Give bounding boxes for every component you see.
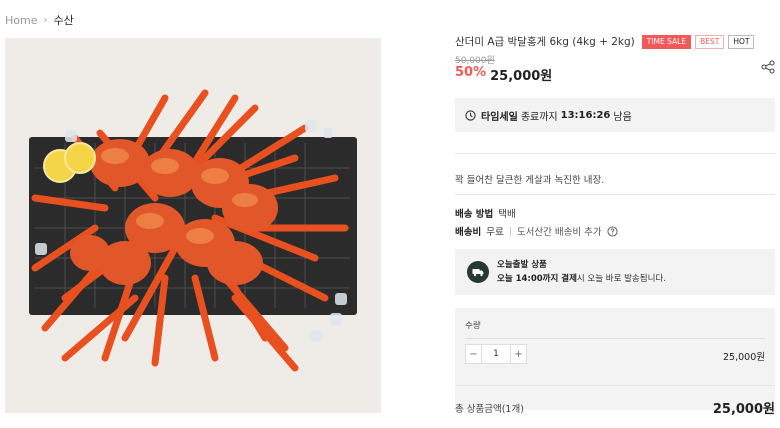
divider xyxy=(465,338,765,339)
shipping-extra: 도서산간 배송비 추가 xyxy=(516,227,602,238)
badge-time-sale: TIME SALE xyxy=(641,34,692,49)
today-shipping-title: 오늘출발 상품 xyxy=(497,260,547,270)
discount-rate: 50% xyxy=(455,65,487,80)
share-icon[interactable] xyxy=(761,60,775,74)
today-shipping-box: 오늘출발 상품 오늘 14:00까지 결제시 오늘 바로 발송됩니다. xyxy=(455,249,775,295)
today-shipping-text: 오늘출발 상품 오늘 14:00까지 결제시 오늘 바로 발송됩니다. xyxy=(497,258,666,286)
divider xyxy=(455,194,775,195)
total-label: 총 상품금액(1개) xyxy=(455,403,524,415)
product-title: 산더미 A급 박달홍게 6kg (4kg + 2kg) xyxy=(455,36,635,48)
crab-photo xyxy=(5,38,381,413)
shipping-fee-value: 무료 xyxy=(486,227,504,238)
quantity-input[interactable]: 1 xyxy=(481,345,511,363)
quantity-box: 수량 − 1 + 25,000원 xyxy=(455,308,775,410)
timer-label: 타임세일 xyxy=(481,111,518,123)
sale-price: 25,000원 xyxy=(490,69,553,84)
shipping-method-value: 택배 xyxy=(498,209,516,220)
chevron-right-icon: › xyxy=(43,14,48,26)
breadcrumb-home[interactable]: Home xyxy=(5,14,37,27)
badge-hot: HOT xyxy=(728,34,755,49)
timer-value: 13:16:26 xyxy=(560,109,611,121)
shipping-method-label: 배송 방법 xyxy=(455,209,494,220)
divider xyxy=(455,153,775,154)
separator: | xyxy=(508,225,512,237)
truck-icon xyxy=(467,261,489,283)
total-price: 25,000원 xyxy=(712,402,775,417)
product-image xyxy=(5,38,381,413)
today-shipping-deadline: 오늘 14:00까지 결제 xyxy=(497,274,577,284)
minus-icon[interactable]: − xyxy=(466,345,481,363)
shipping-fee-label: 배송비 xyxy=(455,227,482,238)
quantity-line-price: 25,000원 xyxy=(723,352,765,363)
plus-icon[interactable]: + xyxy=(511,345,526,363)
shipping-method-row: 배송 방법 택배 xyxy=(455,206,516,220)
divider xyxy=(455,385,775,386)
badge-best: BEST xyxy=(695,34,725,49)
product-info: 산더미 A급 박달홍게 6kg (4kg + 2kg) TIME SALE BE… xyxy=(455,34,775,417)
today-shipping-rest: 시 오늘 바로 발송됩니다. xyxy=(576,274,666,284)
time-sale-timer: 타임세일 종료까지 13:16:26 남음 xyxy=(455,98,775,132)
quantity-label: 수량 xyxy=(465,321,481,331)
total-row: 총 상품금액(1개) 25,000원 xyxy=(455,398,775,417)
title-row: 산더미 A급 박달홍게 6kg (4kg + 2kg) TIME SALE BE… xyxy=(455,34,775,49)
quantity-stepper: − 1 + xyxy=(465,344,527,364)
timer-prefix: 종료까지 xyxy=(520,111,558,123)
timer-suffix: 남음 xyxy=(613,111,632,123)
breadcrumb-current[interactable]: 수산 xyxy=(53,12,73,28)
shipping-fee-row: 배송비 무료 | 도서산간 배송비 추가 xyxy=(455,224,618,238)
breadcrumb: Home › 수산 xyxy=(5,12,74,28)
today-shipping-desc: 오늘 14:00까지 결제시 오늘 바로 발송됩니다. xyxy=(497,272,666,286)
product-description: 꽉 들어찬 달큰한 게살과 녹진한 내장. xyxy=(455,175,605,186)
clock-icon xyxy=(465,109,476,121)
help-icon[interactable] xyxy=(607,225,618,237)
price-row: 50% 25,000원 xyxy=(455,65,552,84)
